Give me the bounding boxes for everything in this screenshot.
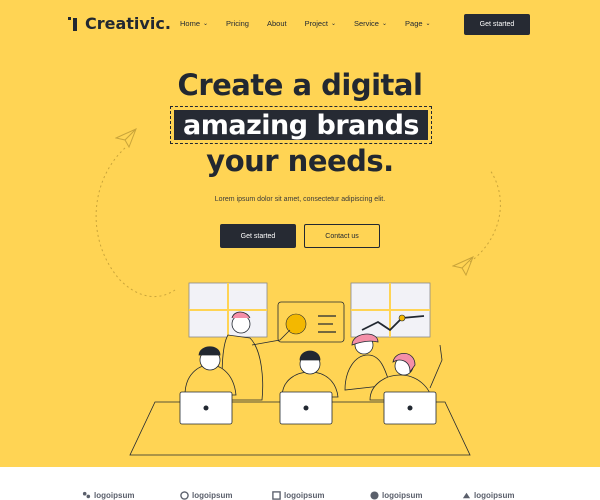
logo-mark-icon — [272, 491, 281, 500]
hero-title-highlight: amazing brands — [174, 110, 428, 141]
header-get-started-button[interactable]: Get started — [464, 14, 530, 35]
client-logo: logoipsum — [370, 491, 422, 500]
main-nav: Home ⌄ Pricing About Project ⌄ Service ⌄… — [180, 19, 449, 28]
logo-mark-icon — [180, 491, 189, 500]
nav-label: Home — [180, 19, 201, 28]
client-logo: logoipsum — [272, 491, 324, 500]
hero-get-started-button[interactable]: Get started — [220, 224, 296, 248]
nav-label: Pricing — [226, 19, 249, 28]
contact-us-button[interactable]: Contact us — [304, 224, 380, 248]
chevron-down-icon: ⌄ — [381, 21, 388, 27]
client-logo: logoipsum — [180, 491, 232, 500]
client-name: logoipsum — [284, 491, 325, 500]
client-name: logoipsum — [474, 491, 515, 500]
nav-label: Service — [353, 19, 379, 28]
client-name: logoipsum — [192, 491, 233, 500]
hero-title-line-1: Create a digital — [177, 68, 423, 102]
paper-plane-icon — [452, 256, 474, 276]
site-header: Creativic. Home ⌄ Pricing About Project … — [0, 0, 600, 50]
logo[interactable]: Creativic. — [67, 14, 171, 33]
nav-about[interactable]: About — [267, 19, 287, 28]
chevron-down-icon: ⌄ — [330, 21, 336, 27]
chevron-down-icon: ⌄ — [425, 21, 431, 27]
logo-icon — [68, 16, 77, 31]
nav-page[interactable]: Page ⌄ — [405, 19, 431, 28]
nav-service[interactable]: Service ⌄ — [354, 19, 387, 28]
chevron-down-icon: ⌄ — [203, 21, 209, 27]
client-name: logoipsum — [94, 491, 135, 500]
nav-home[interactable]: Home ⌄ — [180, 19, 208, 28]
nav-label: About — [266, 19, 287, 28]
client-logo: logoipsum — [462, 491, 514, 500]
client-logo: logoipsum — [82, 491, 134, 500]
nav-project[interactable]: Project ⌄ — [305, 19, 336, 28]
hero-subtitle: Lorem ipsum dolor sit amet, consectetur … — [214, 196, 386, 203]
client-logos-strip: logoipsum logoipsum logoipsum logoipsum … — [0, 467, 600, 500]
logo-mark-icon — [370, 491, 379, 500]
nav-label: Project — [304, 19, 328, 28]
nav-label: Page — [405, 19, 423, 28]
client-name: logoipsum — [382, 491, 423, 500]
hero-title-line-3: your needs. — [206, 144, 394, 178]
logo-mark-icon — [82, 491, 91, 499]
nav-pricing[interactable]: Pricing — [226, 19, 249, 28]
logo-mark-icon — [462, 492, 471, 499]
brand-name: Creativic. — [85, 14, 171, 33]
